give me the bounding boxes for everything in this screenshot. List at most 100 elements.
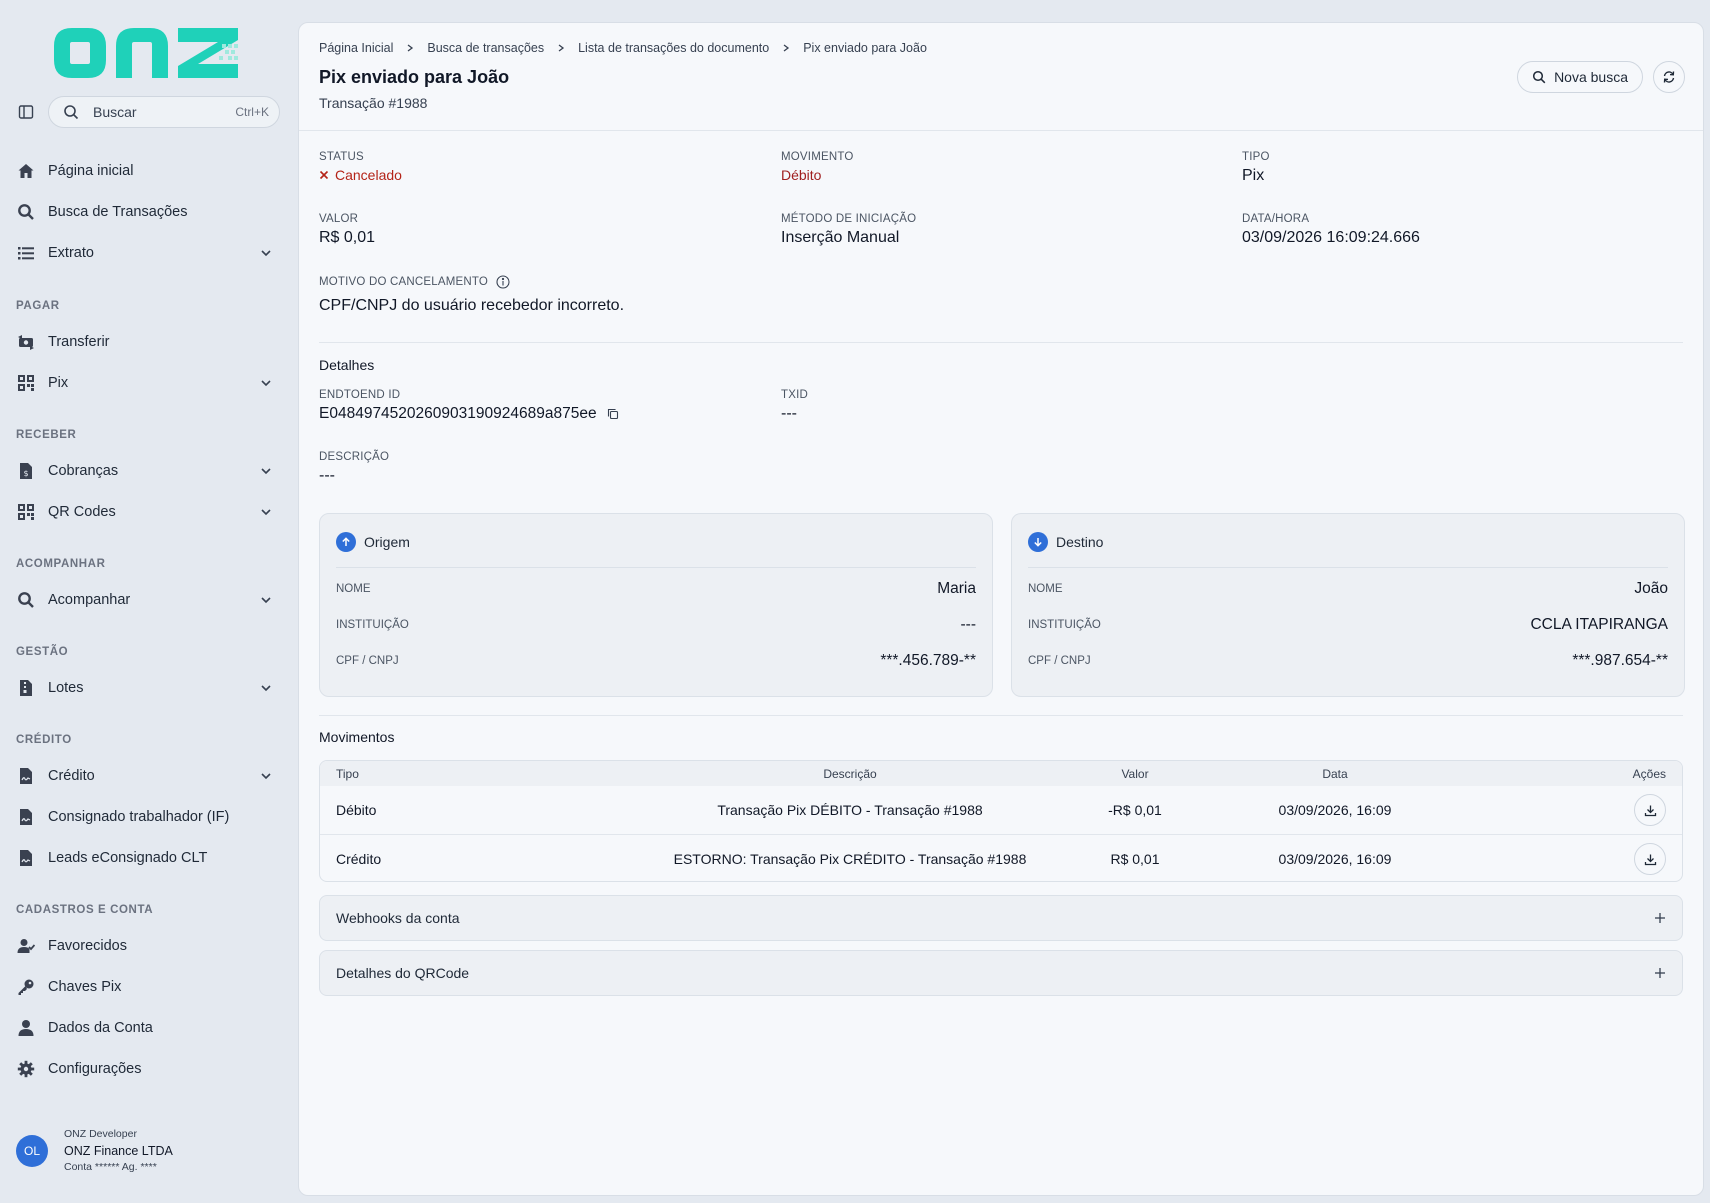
- section-registrations: CADASTROS E CONTA: [16, 904, 154, 916]
- description-field: DESCRIÇÃO ---: [319, 451, 390, 484]
- onz-logo[interactable]: [54, 20, 238, 78]
- search-placeholder: Buscar: [93, 104, 137, 120]
- movement-field: MOVIMENTO Débito: [781, 151, 854, 183]
- row-amount: R$ 0,01: [1110, 851, 1160, 867]
- sidebar-item-qr-codes[interactable]: QR Codes: [16, 494, 280, 530]
- sidebar-item-batches[interactable]: Lotes: [16, 670, 280, 706]
- plus-icon: [1654, 967, 1666, 979]
- section-track: ACOMPANHAR: [16, 558, 106, 570]
- sidebar-item-transaction-search[interactable]: Busca de Transações: [16, 194, 280, 230]
- divider: [319, 342, 1683, 343]
- page-subtitle: Transação #1988: [319, 95, 428, 111]
- webhooks-accordion[interactable]: Webhooks da conta: [319, 895, 1683, 941]
- sidebar-item-credit[interactable]: Crédito: [16, 758, 280, 794]
- method-field: MÉTODO DE INICIAÇÃO Inserção Manual: [781, 213, 917, 246]
- destination-title: Destino: [1056, 534, 1104, 550]
- search-icon: [16, 202, 36, 222]
- chevron-right-icon: [406, 44, 414, 52]
- breadcrumb: Página Inicial Busca de transações Lista…: [319, 41, 927, 55]
- sidebar-item-track[interactable]: Acompanhar: [16, 582, 280, 618]
- sidebar-item-leads[interactable]: Leads eConsignado CLT: [16, 840, 280, 876]
- key-icon: [16, 977, 36, 997]
- money-transfer-icon: [16, 332, 36, 352]
- download-icon: [1644, 804, 1657, 817]
- list-icon: [16, 243, 36, 263]
- download-icon: [1644, 853, 1657, 866]
- table-header: Tipo Descrição Valor Data Ações: [320, 761, 1682, 786]
- destination-name-label: NOME: [1028, 583, 1063, 595]
- avatar: OL: [16, 1134, 48, 1167]
- search-input[interactable]: Buscar Ctrl+K: [48, 96, 280, 128]
- download-button[interactable]: [1634, 794, 1666, 826]
- origin-name-label: NOME: [336, 583, 371, 595]
- info-icon[interactable]: [496, 275, 510, 289]
- close-icon: [319, 170, 329, 180]
- column-actions: Ações: [1632, 766, 1666, 781]
- copy-icon[interactable]: [607, 408, 619, 420]
- description-value: ---: [319, 467, 335, 484]
- gear-icon: [16, 1059, 36, 1079]
- arrow-down-icon: [1028, 532, 1048, 552]
- column-date: Data: [1322, 766, 1348, 781]
- sidebar-toggle-icon[interactable]: [16, 102, 36, 122]
- sidebar-item-home[interactable]: Página inicial: [16, 153, 280, 189]
- sidebar-item-payroll-loan[interactable]: Consignado trabalhador (IF): [16, 799, 280, 835]
- origin-institution-label: INSTITUIÇÃO: [336, 619, 409, 631]
- sidebar-item-statement[interactable]: Extrato: [16, 235, 280, 271]
- refresh-button[interactable]: [1653, 61, 1685, 93]
- amount-field: VALOR R$ 0,01: [319, 213, 376, 246]
- refresh-icon: [1662, 70, 1676, 84]
- qrcode-accordion[interactable]: Detalhes do QRCode: [319, 950, 1683, 996]
- chevron-down-icon: [258, 592, 274, 608]
- user-profile[interactable]: OL ONZ Developer ONZ Finance LTDA Conta …: [16, 1128, 173, 1173]
- cancel-reason-value: CPF/CNPJ do usuário recebedor incorreto.: [319, 297, 625, 314]
- section-pay: PAGAR: [16, 300, 60, 312]
- chevron-right-icon: [557, 44, 565, 52]
- sidebar-item-transfer[interactable]: Transferir: [16, 324, 280, 360]
- endtoend-field: ENDTOEND ID E0484974520260903190924689a8…: [319, 389, 619, 423]
- download-button[interactable]: [1634, 843, 1666, 875]
- column-amount: Valor: [1121, 766, 1149, 781]
- origin-doc: ***.456.789-**: [880, 652, 976, 669]
- user-check-icon: [16, 936, 36, 956]
- sidebar-item-charges[interactable]: $ Cobranças: [16, 453, 280, 489]
- origin-card: Origem NOME Maria INSTITUIÇÃO --- CPF / CN…: [319, 513, 993, 697]
- movement-value: Débito: [781, 167, 822, 183]
- plus-icon: [1654, 912, 1666, 924]
- page-title: Pix enviado para João: [319, 67, 510, 87]
- sidebar-item-payees[interactable]: Favorecidos: [16, 928, 280, 964]
- breadcrumb-item-current: Pix enviado para João: [803, 41, 927, 55]
- breadcrumb-item-document-list[interactable]: Lista de transações do documento: [578, 41, 769, 55]
- origin-name: Maria: [937, 580, 976, 597]
- file-signature-icon: [16, 807, 36, 827]
- sidebar-item-pix-keys[interactable]: Chaves Pix: [16, 969, 280, 1005]
- txid-field: TXID ---: [781, 389, 808, 422]
- movements-table: Tipo Descrição Valor Data Ações Débito T…: [319, 760, 1683, 882]
- datetime-field: DATA/HORA 03/09/2026 16:09:24.666: [1242, 213, 1420, 246]
- breadcrumb-item-search[interactable]: Busca de transações: [427, 41, 544, 55]
- table-row: Crédito ESTORNO: Transação Pix CRÉDITO -…: [320, 835, 1682, 881]
- chevron-down-icon: [258, 375, 274, 391]
- sidebar-item-settings[interactable]: Configurações: [16, 1051, 280, 1087]
- destination-institution-label: INSTITUIÇÃO: [1028, 619, 1101, 631]
- home-icon: [16, 161, 36, 181]
- destination-card: Destino NOME João INSTITUIÇÃO CCLA ITAPIRA…: [1011, 513, 1685, 697]
- qrcode-label: Detalhes do QRCode: [336, 965, 470, 981]
- main-panel: Página Inicial Busca de transações Lista…: [298, 22, 1704, 1196]
- search-icon: [16, 590, 36, 610]
- qr-grid-icon: [16, 502, 36, 522]
- new-search-button[interactable]: Nova busca: [1517, 61, 1643, 93]
- origin-doc-label: CPF / CNPJ: [336, 655, 399, 667]
- amount-value: R$ 0,01: [319, 229, 376, 246]
- cancel-reason-field: MOTIVO DO CANCELAMENTO CPF/CNPJ do usuár…: [319, 275, 625, 314]
- breadcrumb-item-home[interactable]: Página Inicial: [319, 41, 393, 55]
- user-company: ONZ Finance LTDA: [64, 1144, 173, 1158]
- sidebar-item-account-data[interactable]: Dados da Conta: [16, 1010, 280, 1046]
- row-date: 03/09/2026, 16:09: [1278, 802, 1392, 818]
- datetime-value: 03/09/2026 16:09:24.666: [1242, 229, 1420, 246]
- user-icon: [16, 1018, 36, 1038]
- card-divider: [336, 567, 976, 568]
- arrow-up-icon: [336, 532, 356, 552]
- section-credit: CRÉDITO: [16, 734, 72, 746]
- sidebar-item-pix[interactable]: Pix: [16, 365, 280, 401]
